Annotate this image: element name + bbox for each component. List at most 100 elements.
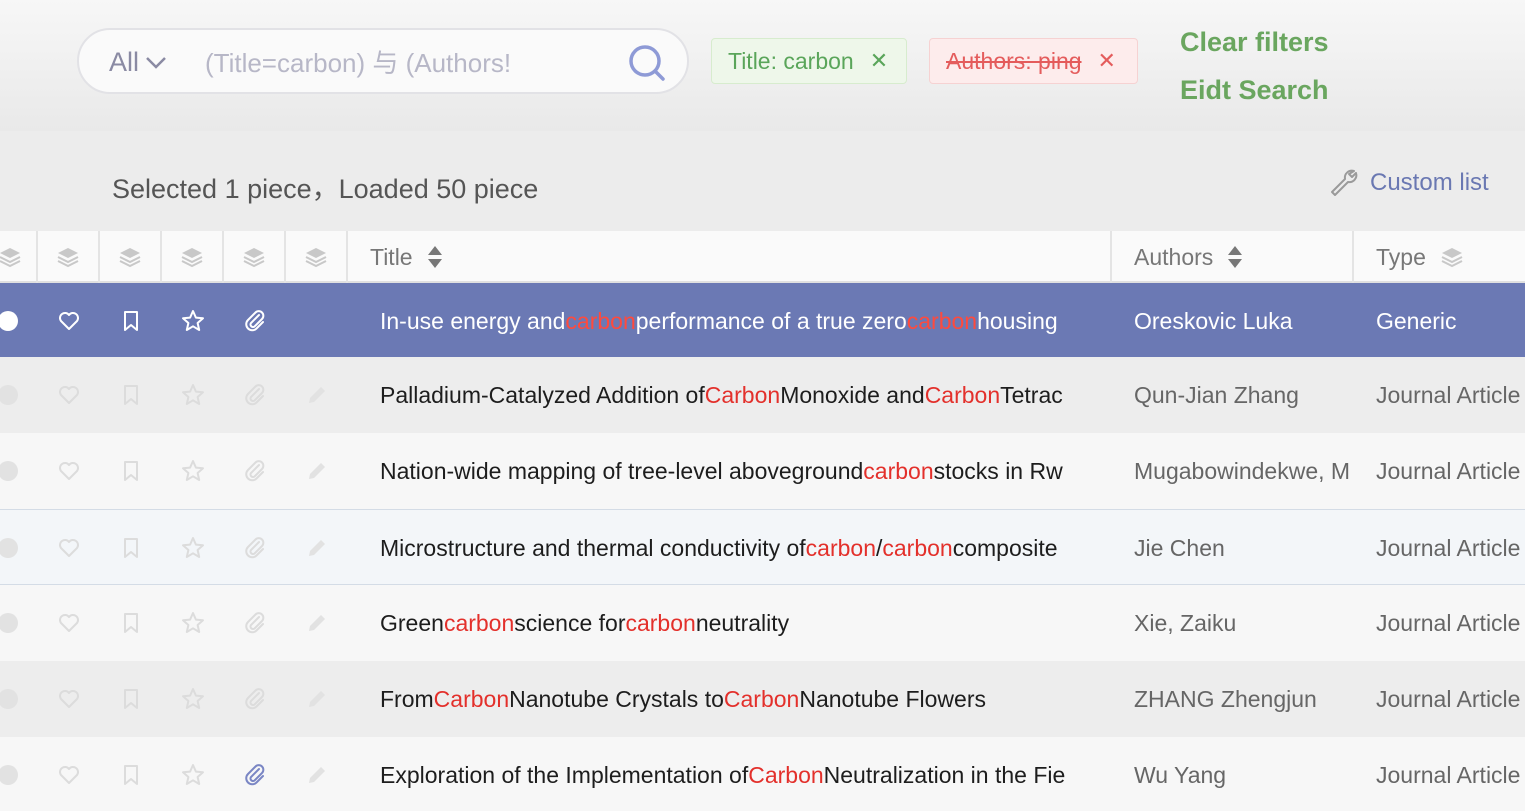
heart-toggle[interactable] xyxy=(38,433,100,509)
column-header-attachment[interactable] xyxy=(224,231,286,283)
bookmark-toggle[interactable] xyxy=(100,283,162,359)
paperclip-toggle[interactable] xyxy=(224,510,286,586)
table-row[interactable]: Exploration of the Implementation of Car… xyxy=(0,737,1525,811)
status-dot-toggle[interactable] xyxy=(0,433,39,509)
heart-icon xyxy=(59,386,79,404)
close-icon[interactable]: ✕ xyxy=(1098,50,1116,72)
heart-icon xyxy=(59,614,79,632)
row-authors: Jie Chen xyxy=(1134,534,1225,561)
column-header-bookmark[interactable] xyxy=(100,231,162,283)
column-header-type[interactable]: Type xyxy=(1354,231,1525,283)
bookmark-toggle[interactable] xyxy=(100,585,162,661)
table-row[interactable]: In-use energy and carbon performance of … xyxy=(0,283,1525,359)
close-icon[interactable]: ✕ xyxy=(870,50,888,72)
star-toggle[interactable] xyxy=(162,283,224,359)
pencil-toggle[interactable] xyxy=(286,737,348,811)
table-row[interactable]: Nation-wide mapping of tree-level aboveg… xyxy=(0,433,1525,509)
row-title[interactable]: Green carbon science for carbon neutrali… xyxy=(380,585,1112,661)
wrench-icon xyxy=(1331,169,1358,196)
column-header-title[interactable]: Title xyxy=(348,231,1112,283)
status-dot-toggle[interactable] xyxy=(0,661,39,737)
heart-toggle[interactable] xyxy=(38,661,100,737)
search-scope-dropdown[interactable]: All xyxy=(109,47,167,78)
column-header-star[interactable] xyxy=(162,231,224,283)
pencil-icon xyxy=(309,387,325,403)
row-type: Journal Article xyxy=(1376,457,1521,484)
star-toggle[interactable] xyxy=(162,357,224,433)
status-dot-toggle[interactable] xyxy=(0,510,39,586)
column-header-status[interactable] xyxy=(0,231,38,283)
star-toggle[interactable] xyxy=(162,661,224,737)
bookmark-icon xyxy=(124,689,138,709)
heart-toggle[interactable] xyxy=(38,585,100,661)
star-toggle[interactable] xyxy=(162,585,224,661)
pencil-toggle[interactable] xyxy=(286,433,348,509)
paperclip-toggle[interactable] xyxy=(224,357,286,433)
chevron-down-icon xyxy=(146,56,166,69)
heart-toggle[interactable] xyxy=(38,357,100,433)
column-header-note[interactable] xyxy=(286,231,348,283)
heart-icon xyxy=(59,462,79,480)
clear-filters-link[interactable]: Clear filters xyxy=(1180,27,1329,58)
star-toggle[interactable] xyxy=(162,510,224,586)
row-title[interactable]: Palladium-Catalyzed Addition of Carbon M… xyxy=(380,357,1112,433)
bookmark-icon xyxy=(124,538,138,558)
heart-toggle[interactable] xyxy=(38,737,100,811)
title-text: Green xyxy=(380,609,444,636)
column-header-authors[interactable]: Authors xyxy=(1112,231,1354,283)
bookmark-toggle[interactable] xyxy=(100,357,162,433)
row-title[interactable]: Microstructure and thermal conductivity … xyxy=(380,510,1112,586)
layers-icon xyxy=(305,248,327,268)
layers-icon xyxy=(0,248,21,268)
bookmark-toggle[interactable] xyxy=(100,433,162,509)
paperclip-toggle[interactable] xyxy=(224,283,286,359)
bookmark-toggle[interactable] xyxy=(100,661,162,737)
paperclip-icon xyxy=(245,688,265,710)
star-toggle[interactable] xyxy=(162,433,224,509)
star-toggle[interactable] xyxy=(162,737,224,811)
pencil-toggle[interactable] xyxy=(286,585,348,661)
paperclip-toggle[interactable] xyxy=(224,433,286,509)
status-dot-toggle[interactable] xyxy=(0,357,39,433)
heart-toggle[interactable] xyxy=(38,510,100,586)
paperclip-toggle[interactable] xyxy=(224,585,286,661)
heart-toggle[interactable] xyxy=(38,283,100,359)
pencil-toggle[interactable] xyxy=(286,661,348,737)
layers-icon xyxy=(181,248,203,268)
search-input[interactable] xyxy=(205,48,601,79)
heart-icon xyxy=(59,766,79,784)
paperclip-toggle[interactable] xyxy=(224,737,286,811)
row-title[interactable]: Nation-wide mapping of tree-level aboveg… xyxy=(380,433,1112,509)
custom-list-button[interactable]: Custom list xyxy=(1328,167,1489,199)
paperclip-toggle[interactable] xyxy=(224,661,286,737)
column-header-favorite[interactable] xyxy=(38,231,100,283)
paperclip-icon xyxy=(245,764,265,786)
table-row[interactable]: Green carbon science for carbon neutrali… xyxy=(0,585,1525,661)
paperclip-icon xyxy=(245,612,265,634)
bookmark-toggle[interactable] xyxy=(100,510,162,586)
row-title[interactable]: From Carbon Nanotube Crystals to Carbon … xyxy=(380,661,1112,737)
table-row[interactable]: Palladium-Catalyzed Addition of Carbon M… xyxy=(0,357,1525,433)
status-dot-icon xyxy=(0,613,18,633)
sort-icon[interactable] xyxy=(427,244,443,270)
search-term-highlight: carbon xyxy=(906,307,978,334)
status-dot-toggle[interactable] xyxy=(0,585,39,661)
pencil-toggle[interactable] xyxy=(286,357,348,433)
status-dot-toggle[interactable] xyxy=(0,283,39,359)
row-title[interactable]: Exploration of the Implementation of Car… xyxy=(380,737,1112,811)
table-row[interactable]: Microstructure and thermal conductivity … xyxy=(0,509,1525,585)
bookmark-toggle[interactable] xyxy=(100,737,162,811)
paperclip-icon xyxy=(245,384,265,406)
sort-icon[interactable] xyxy=(1227,244,1243,270)
search-icon[interactable] xyxy=(627,43,667,83)
row-title[interactable]: In-use energy and carbon performance of … xyxy=(380,283,1112,359)
status-dot-toggle[interactable] xyxy=(0,737,39,811)
table-row[interactable]: From Carbon Nanotube Crystals to Carbon … xyxy=(0,661,1525,737)
edit-search-link[interactable]: Eidt Search xyxy=(1180,75,1329,106)
row-type: Journal Article xyxy=(1376,761,1521,788)
status-dot-icon xyxy=(0,461,18,481)
filter-chip-title: Title: carbon ✕ xyxy=(711,38,907,84)
row-authors: ZHANG Zhengjun xyxy=(1134,685,1317,712)
pencil-toggle[interactable] xyxy=(286,510,348,586)
filter-chip-authors: Authors: ping ✕ xyxy=(929,38,1138,84)
